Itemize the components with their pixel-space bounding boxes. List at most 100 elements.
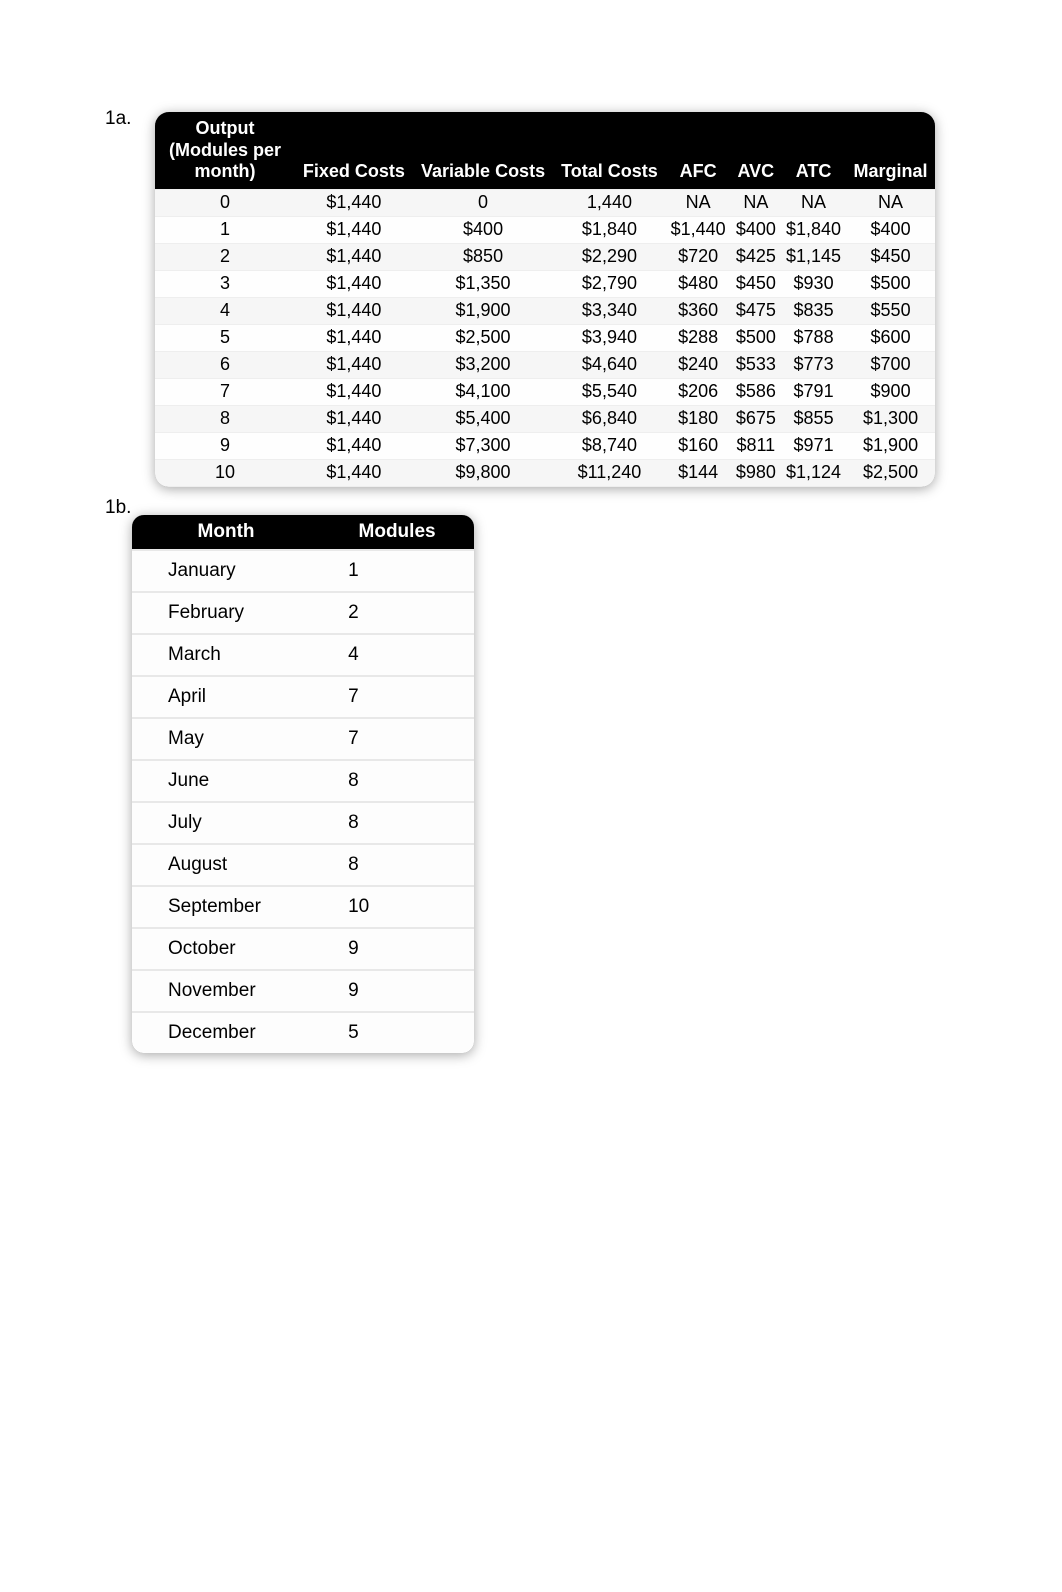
cell-total: $6,840 [553, 405, 665, 432]
cell-avc: $811 [731, 432, 781, 459]
cell-atc: $773 [781, 351, 846, 378]
cell-fixed: $1,440 [295, 351, 413, 378]
table-row: April7 [132, 676, 474, 718]
cell-atc: $1,145 [781, 243, 846, 270]
cell-month: May [132, 718, 320, 760]
cell-month: March [132, 634, 320, 676]
cell-month: December [132, 1012, 320, 1053]
cell-marginal: NA [846, 189, 935, 216]
cell-afc: $180 [666, 405, 731, 432]
cell-fixed: $1,440 [295, 243, 413, 270]
cell-marginal: $500 [846, 270, 935, 297]
month-table-container: Month Modules January1February2March4Apr… [132, 515, 474, 1053]
cell-fixed: $1,440 [295, 216, 413, 243]
cell-variable: $2,500 [413, 324, 554, 351]
table-row: 9$1,440$7,300$8,740$160$811$971$1,900 [155, 432, 935, 459]
cell-avc: $425 [731, 243, 781, 270]
cell-atc: $971 [781, 432, 846, 459]
page: 1a. Output (Modules per month) Fixed Cos… [0, 0, 1062, 100]
section-label-1b: 1b. [105, 497, 131, 519]
cell-variable: $1,350 [413, 270, 554, 297]
table-row: November9 [132, 970, 474, 1012]
cell-afc: NA [666, 189, 731, 216]
col-fixed-costs: Fixed Costs [295, 112, 413, 189]
cell-month: January [132, 550, 320, 592]
cell-modules: 8 [320, 844, 474, 886]
cell-variable: $850 [413, 243, 554, 270]
cell-modules: 1 [320, 550, 474, 592]
cell-output: 3 [155, 270, 295, 297]
cell-modules: 2 [320, 592, 474, 634]
section-label-1a: 1a. [105, 108, 131, 130]
cell-total: $1,840 [553, 216, 665, 243]
table-row: 8$1,440$5,400$6,840$180$675$855$1,300 [155, 405, 935, 432]
cell-avc: $980 [731, 459, 781, 486]
col-total-costs: Total Costs [553, 112, 665, 189]
cell-output: 0 [155, 189, 295, 216]
cell-variable: $3,200 [413, 351, 554, 378]
col-avc: AVC [731, 112, 781, 189]
cell-variable: $5,400 [413, 405, 554, 432]
cell-month: February [132, 592, 320, 634]
cell-marginal: $1,300 [846, 405, 935, 432]
cell-atc: $1,840 [781, 216, 846, 243]
cell-output: 1 [155, 216, 295, 243]
cell-total: $4,640 [553, 351, 665, 378]
cell-marginal: $2,500 [846, 459, 935, 486]
cell-afc: $480 [666, 270, 731, 297]
cell-fixed: $1,440 [295, 405, 413, 432]
cell-atc: $930 [781, 270, 846, 297]
cell-modules: 4 [320, 634, 474, 676]
cell-total: $11,240 [553, 459, 665, 486]
cell-marginal: $900 [846, 378, 935, 405]
cell-marginal: $1,900 [846, 432, 935, 459]
cell-modules: 8 [320, 760, 474, 802]
table-row: 0$1,44001,440NANANANA [155, 189, 935, 216]
cell-total: $5,540 [553, 378, 665, 405]
cell-fixed: $1,440 [295, 432, 413, 459]
cell-avc: $675 [731, 405, 781, 432]
col-afc: AFC [666, 112, 731, 189]
cell-modules: 8 [320, 802, 474, 844]
cell-afc: $1,440 [666, 216, 731, 243]
cell-atc: $788 [781, 324, 846, 351]
table-row: March4 [132, 634, 474, 676]
cell-atc: $1,124 [781, 459, 846, 486]
cell-output: 4 [155, 297, 295, 324]
table-row: 4$1,440$1,900$3,340$360$475$835$550 [155, 297, 935, 324]
cell-atc: $855 [781, 405, 846, 432]
cell-fixed: $1,440 [295, 189, 413, 216]
cell-atc: NA [781, 189, 846, 216]
cell-fixed: $1,440 [295, 378, 413, 405]
cell-fixed: $1,440 [295, 297, 413, 324]
cell-month: November [132, 970, 320, 1012]
cell-avc: $500 [731, 324, 781, 351]
cell-output: 5 [155, 324, 295, 351]
table-row: October9 [132, 928, 474, 970]
table-row: 1$1,440$400$1,840$1,440$400$1,840$400 [155, 216, 935, 243]
cell-fixed: $1,440 [295, 324, 413, 351]
table-row: 7$1,440$4,100$5,540$206$586$791$900 [155, 378, 935, 405]
table-row: May7 [132, 718, 474, 760]
cell-afc: $360 [666, 297, 731, 324]
table-row: July8 [132, 802, 474, 844]
col-output: Output (Modules per month) [155, 112, 295, 189]
cell-avc: $400 [731, 216, 781, 243]
cell-total: $2,290 [553, 243, 665, 270]
cell-afc: $720 [666, 243, 731, 270]
cell-output: 9 [155, 432, 295, 459]
col-variable-costs: Variable Costs [413, 112, 554, 189]
cell-afc: $160 [666, 432, 731, 459]
cell-modules: 7 [320, 718, 474, 760]
cell-output: 2 [155, 243, 295, 270]
cost-table: Output (Modules per month) Fixed Costs V… [155, 112, 935, 487]
col-marginal: Marginal [846, 112, 935, 189]
cell-month: September [132, 886, 320, 928]
cost-table-container: Output (Modules per month) Fixed Costs V… [155, 112, 935, 487]
col-modules: Modules [320, 515, 474, 550]
table-header-row: Month Modules [132, 515, 474, 550]
cell-afc: $206 [666, 378, 731, 405]
cell-month: August [132, 844, 320, 886]
table-row: 3$1,440$1,350$2,790$480$450$930$500 [155, 270, 935, 297]
cell-month: July [132, 802, 320, 844]
